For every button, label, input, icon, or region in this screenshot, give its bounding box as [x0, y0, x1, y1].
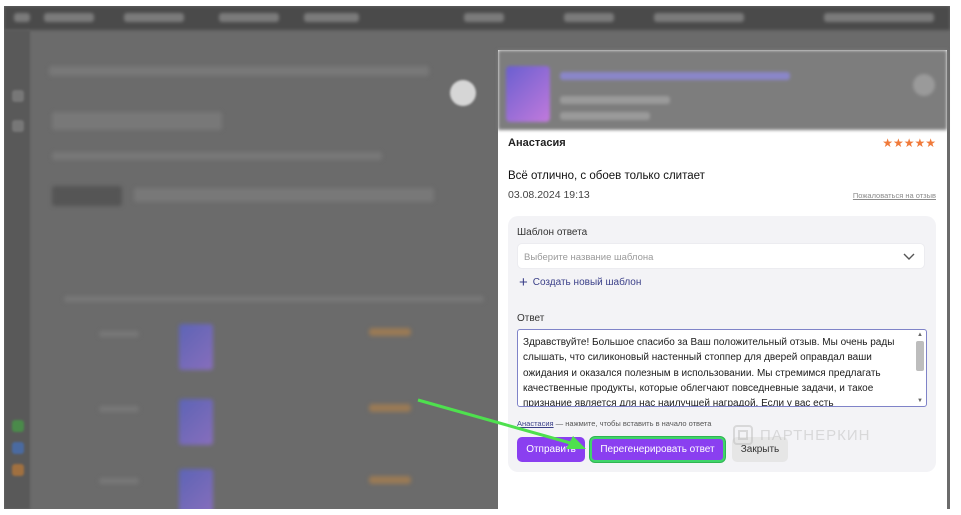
template-select[interactable]: Выберите название шаблона [517, 243, 925, 269]
reply-form: Шаблон ответа Выберите название шаблона … [508, 216, 936, 472]
review-date: 03.08.2024 19:13 [508, 189, 590, 201]
send-button[interactable]: Отправить [517, 437, 585, 462]
chevron-down-icon [903, 253, 915, 260]
rating-stars: ★★★★★ [882, 136, 936, 150]
bg-close-circle [450, 80, 476, 106]
answer-label: Ответ [517, 313, 545, 324]
template-placeholder: Выберите название шаблона [524, 252, 654, 263]
regenerate-button[interactable]: Перегенерировать ответ [590, 437, 725, 462]
plus-icon: + [519, 273, 528, 291]
answer-textarea[interactable]: Здравствуйте! Большое спасибо за Ваш пол… [517, 329, 927, 407]
template-label: Шаблон ответа [517, 227, 588, 238]
product-header-blurred [498, 50, 947, 130]
create-template-button[interactable]: + Создать новый шаблон [519, 273, 642, 291]
scroll-thumb[interactable] [916, 341, 924, 371]
review-author: Анастасия [508, 137, 566, 149]
scroll-down-icon[interactable]: ▼ [917, 398, 923, 404]
insert-name-hint-text: — нажмите, чтобы вставить в начало ответ… [553, 419, 712, 428]
answer-scrollbar[interactable]: ▲ ▼ [916, 332, 924, 404]
complain-link[interactable]: Пожаловаться на отзыв [853, 191, 936, 200]
watermark-text: ПАРТНЕРКИН [760, 426, 871, 444]
bg-left-rail [4, 30, 30, 509]
answer-text: Здравствуйте! Большое спасибо за Ваш пол… [523, 337, 895, 407]
review-text: Всё отлично, с обоев только слитает [508, 170, 705, 182]
watermark-logo-icon [733, 425, 753, 445]
create-template-label: Создать новый шаблон [532, 277, 642, 288]
watermark: ПАРТНЕРКИН [732, 424, 870, 446]
insert-name-hint: Анастасия — нажмите, чтобы вставить в на… [517, 419, 711, 428]
insert-name-link[interactable]: Анастасия [517, 419, 554, 428]
bg-top-bar [4, 6, 950, 30]
scroll-up-icon[interactable]: ▲ [917, 332, 923, 338]
